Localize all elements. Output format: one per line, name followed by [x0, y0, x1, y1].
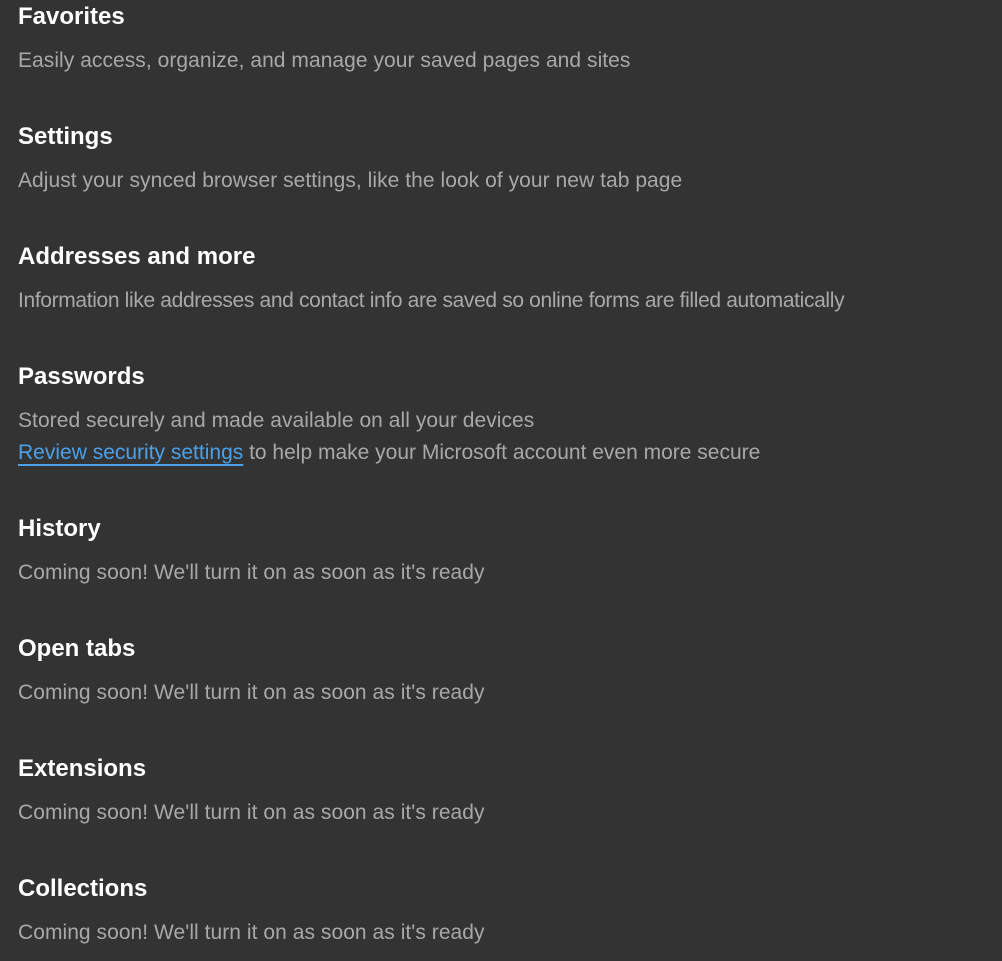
- section-description: Coming soon! We'll turn it on as soon as…: [18, 921, 485, 944]
- sync-section-addresses: Addresses and more Information like addr…: [18, 242, 1002, 316]
- section-title: Open tabs: [18, 635, 136, 662]
- section-title: Passwords: [18, 363, 145, 390]
- security-settings-suffix: to help make your Microsoft account even…: [243, 441, 761, 464]
- review-security-settings-link[interactable]: Review security settings: [18, 441, 243, 464]
- section-title: Collections: [18, 875, 148, 902]
- section-title: Addresses and more: [18, 243, 256, 270]
- sync-section-collections: Collections Coming soon! We'll turn it o…: [18, 874, 1002, 948]
- section-title: History: [18, 515, 101, 542]
- section-description: Coming soon! We'll turn it on as soon as…: [18, 801, 485, 824]
- sync-section-settings: Settings Adjust your synced browser sett…: [18, 122, 1002, 196]
- section-description: Adjust your synced browser settings, lik…: [18, 169, 683, 192]
- security-settings-line: Review security settings to help make yo…: [18, 438, 1002, 468]
- section-title: Extensions: [18, 755, 147, 782]
- sync-section-extensions: Extensions Coming soon! We'll turn it on…: [18, 754, 1002, 828]
- section-description: Easily access, organize, and manage your…: [18, 49, 631, 72]
- section-description: Information like addresses and contact i…: [18, 289, 845, 312]
- section-description: Coming soon! We'll turn it on as soon as…: [18, 681, 485, 704]
- section-title: Favorites: [18, 3, 125, 30]
- sync-section-history: History Coming soon! We'll turn it on as…: [18, 514, 1002, 588]
- sync-section-passwords: Passwords Stored securely and made avail…: [18, 362, 1002, 468]
- section-title: Settings: [18, 123, 113, 150]
- section-description: Stored securely and made available on al…: [18, 409, 535, 432]
- section-description: Coming soon! We'll turn it on as soon as…: [18, 561, 485, 584]
- sync-section-favorites: Favorites Easily access, organize, and m…: [18, 2, 1002, 76]
- sync-section-open-tabs: Open tabs Coming soon! We'll turn it on …: [18, 634, 1002, 708]
